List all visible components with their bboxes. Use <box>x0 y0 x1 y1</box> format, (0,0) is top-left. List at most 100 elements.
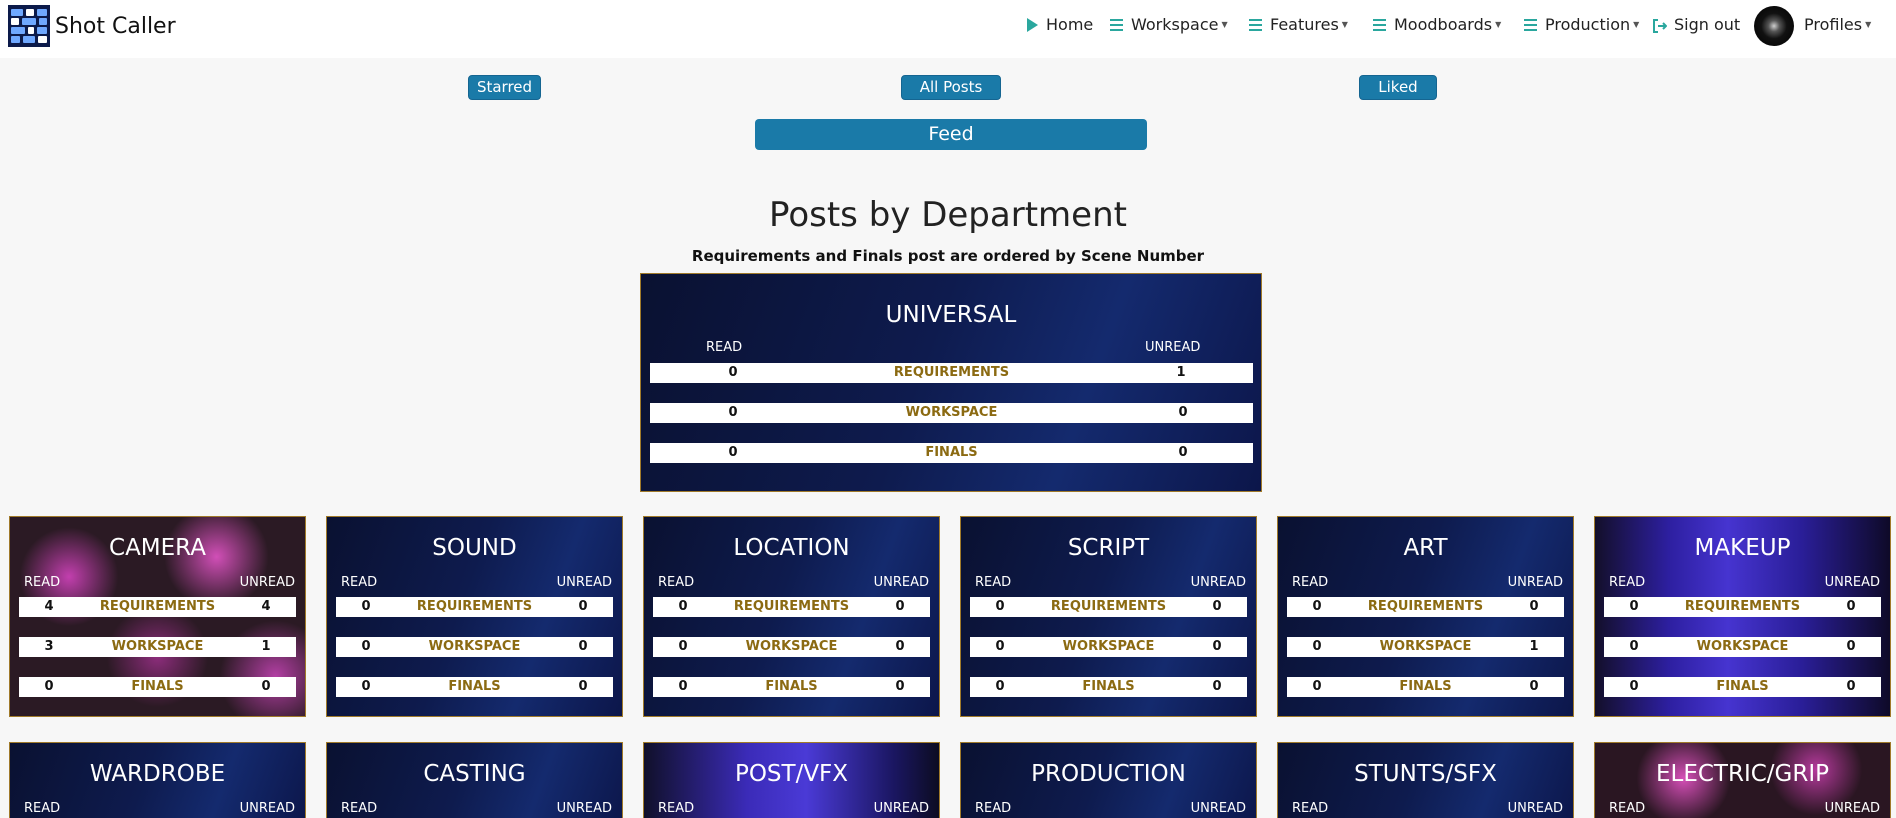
chevron-down-icon: ▼ <box>1341 20 1348 29</box>
department-card-electric-grip[interactable]: ELECTRIC/GRIP READ UNREAD <box>1594 742 1891 818</box>
workspace-row[interactable]: WORKSPACE 0 0 <box>653 637 930 657</box>
department-card-casting[interactable]: CASTING READ UNREAD <box>326 742 623 818</box>
read-count: 0 <box>678 679 688 694</box>
starred-button[interactable]: Starred <box>468 75 541 100</box>
read-label: READ <box>706 340 743 355</box>
nav-profiles[interactable]: Profiles ▼ <box>1804 15 1871 34</box>
brand[interactable]: Shot Caller <box>8 5 176 47</box>
read-label: READ <box>658 575 695 590</box>
menu-icon <box>1373 18 1386 31</box>
workspace-row[interactable]: WORKSPACE 3 1 <box>19 637 296 657</box>
chevron-down-icon: ▼ <box>1495 20 1502 29</box>
read-label: READ <box>975 801 1012 816</box>
read-count: 0 <box>995 639 1005 654</box>
menu-icon <box>1110 18 1123 31</box>
nav-home[interactable]: Home <box>1027 15 1093 34</box>
universal-card[interactable]: UNIVERSAL READ UNREAD REQUIREMENTS 0 1 W… <box>640 273 1262 492</box>
requirements-row[interactable]: REQUIREMENTS 0 0 <box>336 597 613 617</box>
card-title: PRODUCTION <box>1031 761 1186 787</box>
read-count: 0 <box>678 639 688 654</box>
unread-count: 0 <box>895 599 905 614</box>
unread-label: UNREAD <box>556 575 612 590</box>
sign-out-icon <box>1653 18 1668 33</box>
unread-label: UNREAD <box>239 801 295 816</box>
department-card-camera[interactable]: CAMERA READ UNREAD REQUIREMENTS 4 4 WORKSPACE 3… <box>9 516 306 717</box>
unread-count: 0 <box>1529 679 1539 694</box>
read-count: 4 <box>44 599 54 614</box>
read-label: READ <box>1292 575 1329 590</box>
liked-button[interactable]: Liked <box>1359 75 1437 100</box>
requirements-row[interactable]: REQUIREMENTS 0 0 <box>970 597 1247 617</box>
finals-row[interactable]: FINALS 0 0 <box>653 677 930 697</box>
read-count: 0 <box>1629 599 1639 614</box>
finals-row[interactable]: FINALS 0 0 <box>1287 677 1564 697</box>
nav-workspace[interactable]: Workspace ▼ <box>1110 15 1228 34</box>
unread-count: 0 <box>1178 405 1188 420</box>
card-title: ELECTRIC/GRIP <box>1655 761 1830 787</box>
workspace-row[interactable]: WORKSPACE 0 0 <box>1604 637 1881 657</box>
unread-count: 0 <box>1212 599 1222 614</box>
department-card-script[interactable]: SCRIPT READ UNREAD REQUIREMENTS 0 0 WORKSPACE 0… <box>960 516 1257 717</box>
requirements-row[interactable]: REQUIREMENTS 0 0 <box>1604 597 1881 617</box>
workspace-row[interactable]: WORKSPACE 0 0 <box>336 637 613 657</box>
chevron-down-icon: ▼ <box>1865 20 1872 29</box>
department-card-production[interactable]: PRODUCTION READ UNREAD <box>960 742 1257 818</box>
finals-row[interactable]: FINALS 0 0 <box>1604 677 1881 697</box>
avatar[interactable] <box>1754 6 1794 46</box>
card-title: SCRIPT <box>1067 535 1150 561</box>
card-title: WARDROBE <box>89 761 226 787</box>
play-icon <box>1027 17 1038 32</box>
finals-row[interactable]: FINALS 0 0 <box>336 677 613 697</box>
department-card-location[interactable]: LOCATION READ UNREAD REQUIREMENTS 0 0 WORKSPAC… <box>643 516 940 717</box>
department-card-makeup[interactable]: MAKEUP READ UNREAD REQUIREMENTS 0 0 WORKSPACE 0… <box>1594 516 1891 717</box>
read-label: READ <box>1609 801 1646 816</box>
finals-row[interactable]: FINALS 0 0 <box>650 443 1253 463</box>
unread-count: 0 <box>1529 599 1539 614</box>
unread-label: UNREAD <box>1190 575 1246 590</box>
feed-button[interactable]: Feed <box>755 119 1147 150</box>
unread-count: 0 <box>1178 445 1188 460</box>
card-title: POST/VFX <box>734 761 849 787</box>
department-card-sound[interactable]: SOUND READ UNREAD REQUIREMENTS 0 0 WORKSPACE 0 0… <box>326 516 623 717</box>
unread-label: UNREAD <box>239 575 295 590</box>
finals-row[interactable]: FINALS 0 0 <box>19 677 296 697</box>
read-count: 0 <box>1629 639 1639 654</box>
unread-count: 0 <box>578 679 588 694</box>
department-card-post-vfx[interactable]: POST/VFX READ UNREAD <box>643 742 940 818</box>
unread-label: UNREAD <box>1145 340 1201 355</box>
unread-count: 0 <box>895 639 905 654</box>
nav-workspace-label: Workspace <box>1131 15 1219 34</box>
requirements-row[interactable]: REQUIREMENTS 0 1 <box>650 363 1253 383</box>
chevron-down-icon: ▼ <box>1633 20 1640 29</box>
department-card-art[interactable]: ART READ UNREAD REQUIREMENTS 0 0 WORKSPACE 0 1 FI… <box>1277 516 1574 717</box>
workspace-row[interactable]: WORKSPACE 0 1 <box>1287 637 1564 657</box>
nav-profiles-label: Profiles <box>1804 15 1863 34</box>
app-name: Shot Caller <box>55 13 176 39</box>
shot-caller-logo-icon <box>8 5 50 47</box>
nav-features[interactable]: Features ▼ <box>1249 15 1348 34</box>
department-card-wardrobe[interactable]: WARDROBE READ UNREAD <box>9 742 306 818</box>
finals-row[interactable]: FINALS 0 0 <box>970 677 1247 697</box>
requirements-row[interactable]: REQUIREMENTS 0 0 <box>1287 597 1564 617</box>
read-count: 0 <box>1312 639 1322 654</box>
read-count: 0 <box>728 445 738 460</box>
read-label: READ <box>341 801 378 816</box>
nav-signout-label: Sign out <box>1674 15 1741 34</box>
requirements-row[interactable]: REQUIREMENTS 0 0 <box>653 597 930 617</box>
workspace-row[interactable]: WORKSPACE 0 0 <box>650 403 1253 423</box>
workspace-row[interactable]: WORKSPACE 0 0 <box>970 637 1247 657</box>
chevron-down-icon: ▼ <box>1221 20 1228 29</box>
unread-count: 0 <box>578 639 588 654</box>
nav-production[interactable]: Production ▼ <box>1524 15 1639 34</box>
nav-moodboards[interactable]: Moodboards ▼ <box>1373 15 1501 34</box>
all-posts-button[interactable]: All Posts <box>901 75 1001 100</box>
read-count: 0 <box>678 599 688 614</box>
nav-signout[interactable]: Sign out <box>1653 15 1740 34</box>
unread-label: UNREAD <box>1507 801 1563 816</box>
department-card-stunts-sfx[interactable]: STUNTS/SFX READ UNREAD <box>1277 742 1574 818</box>
page-title: Posts by Department <box>769 195 1127 235</box>
read-count: 0 <box>728 405 738 420</box>
requirements-row[interactable]: REQUIREMENTS 4 4 <box>19 597 296 617</box>
card-title: ART <box>1403 535 1448 561</box>
unread-label: UNREAD <box>556 801 612 816</box>
